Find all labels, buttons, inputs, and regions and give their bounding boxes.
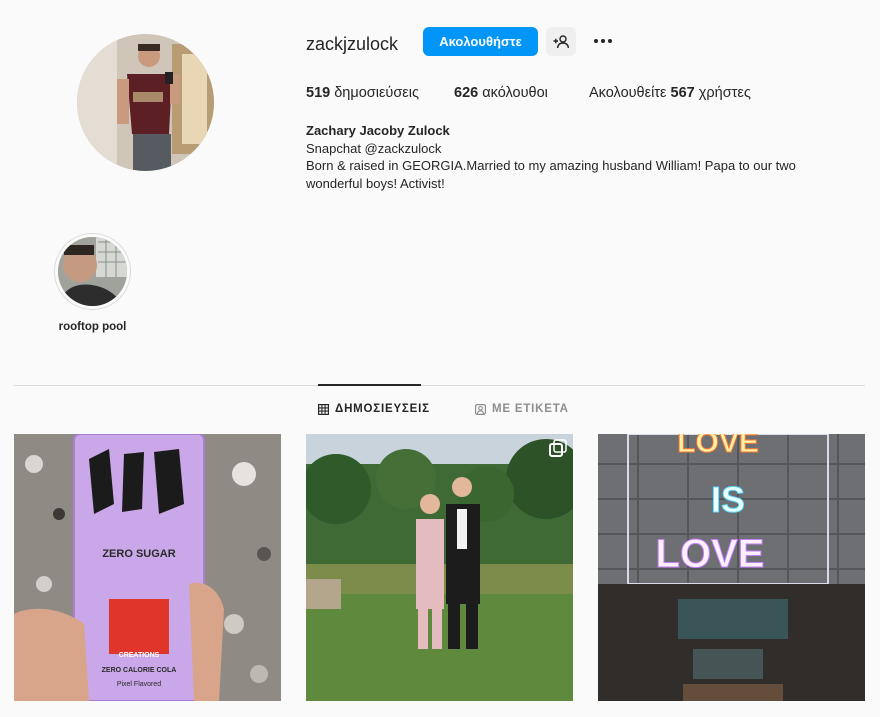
posts-label: δημοσιεύσεις xyxy=(334,85,419,101)
bio-text: Born & raised in GEORGIA.Married to my a… xyxy=(306,158,796,191)
neon-is-text: IS xyxy=(711,479,745,520)
following-suffix: χρήστες xyxy=(698,85,751,101)
post-couple-photo[interactable] xyxy=(306,434,573,701)
add-person-icon xyxy=(553,34,569,48)
post-neon-love-sign[interactable]: LOVE IS LOVE xyxy=(598,434,865,701)
neon-love-top-text: LOVE xyxy=(677,434,759,459)
following-count: 567 xyxy=(670,85,695,101)
active-tab-indicator xyxy=(318,384,421,386)
profile-bio: Zachary Jacoby Zulock Snapchat @zackzulo… xyxy=(306,122,851,192)
can-pixel-text: Pixel Flavored xyxy=(117,681,161,688)
followers-stat[interactable]: 626 ακόλουθοι xyxy=(454,85,548,101)
posts-count: 519 xyxy=(306,85,331,101)
bio-snapchat: Snapchat @zackzulock xyxy=(306,140,442,156)
profile-full-name: Zachary Jacoby Zulock xyxy=(306,123,450,138)
highlight-rooftop-pool[interactable] xyxy=(54,233,131,310)
following-stat[interactable]: Ακολουθείτε 567 χρήστες xyxy=(589,85,751,101)
tab-tagged-label: ΜΕ ΕΤΙΚΕΤΑ xyxy=(492,403,569,415)
post-coca-cola-can[interactable]: ZERO SUGAR CREATIONS ZERO CALORIE COLA P… xyxy=(14,434,281,701)
profile-username: zackjzulock xyxy=(306,34,399,54)
tab-posts[interactable]: ΔΗΜΟΣΙΕΥΣΕΙΣ xyxy=(318,403,430,415)
posts-stat: 519 δημοσιεύσεις xyxy=(306,85,419,101)
tab-tagged[interactable]: ΜΕ ΕΤΙΚΕΤΑ xyxy=(475,403,569,415)
can-zero-sugar-text: ZERO SUGAR xyxy=(102,548,175,560)
tabs-divider xyxy=(14,385,865,386)
grid-icon xyxy=(318,403,329,415)
suggested-users-button[interactable] xyxy=(546,27,576,56)
profile-avatar[interactable] xyxy=(77,34,214,171)
highlight-label: rooftop pool xyxy=(58,321,127,333)
can-zero-calorie-text: ZERO CALORIE COLA xyxy=(102,667,177,674)
more-options-button[interactable] xyxy=(590,30,616,52)
neon-love-text: LOVE xyxy=(656,532,765,576)
followers-label: ακόλουθοι xyxy=(482,85,548,101)
can-creations-text: CREATIONS xyxy=(119,652,160,659)
followers-count: 626 xyxy=(454,85,479,101)
following-prefix: Ακολουθείτε xyxy=(589,85,667,101)
more-dots-icon xyxy=(594,39,612,43)
tagged-user-icon xyxy=(475,403,486,415)
follow-button[interactable]: Ακολουθήστε xyxy=(423,27,538,56)
highlight-thumbnail xyxy=(58,237,127,306)
tab-posts-label: ΔΗΜΟΣΙΕΥΣΕΙΣ xyxy=(335,403,430,415)
